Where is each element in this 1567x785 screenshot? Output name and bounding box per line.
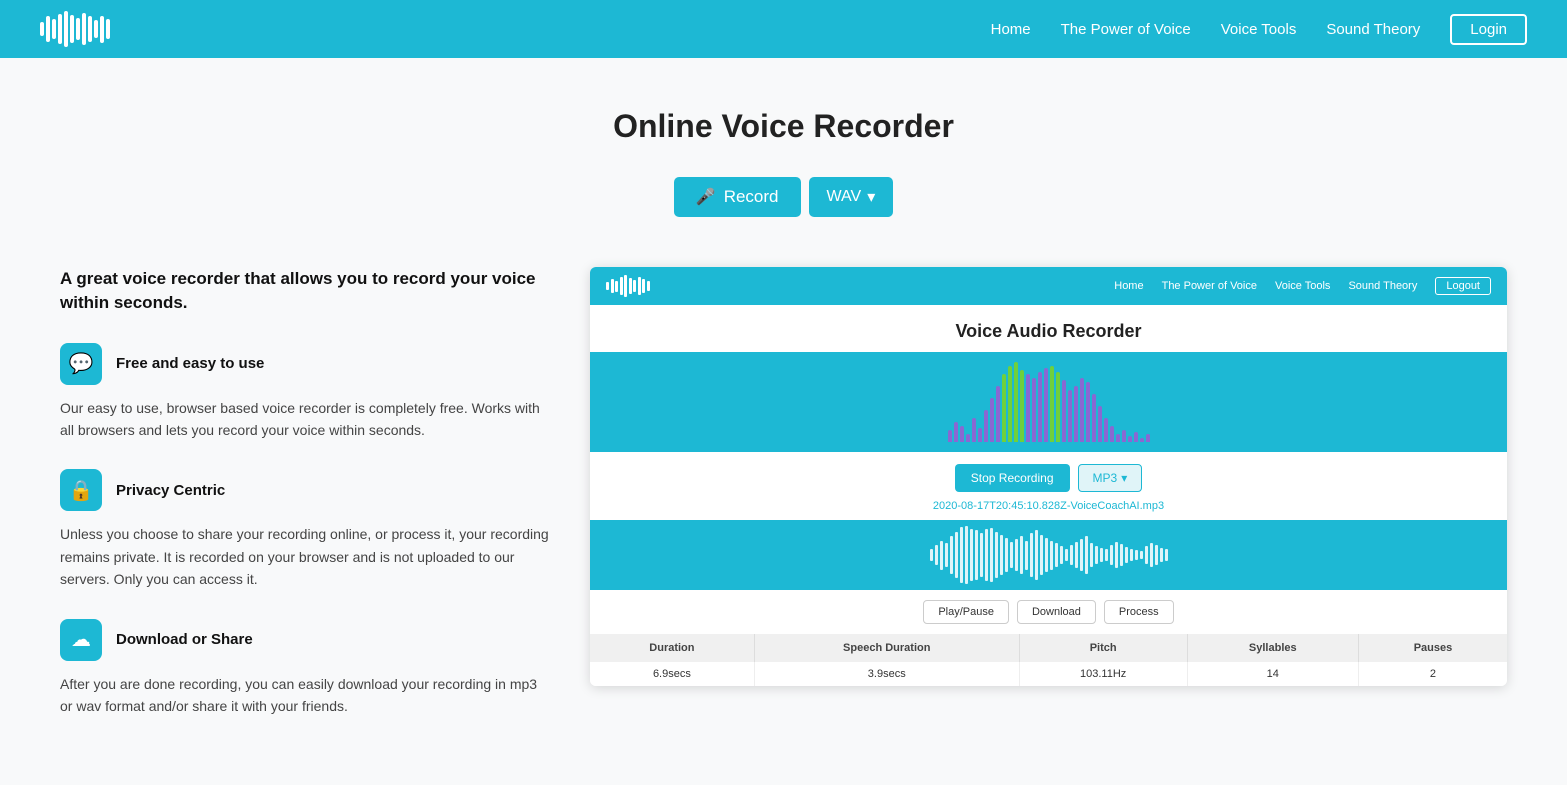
val-pauses: 2 [1358,662,1507,686]
col-duration: Duration [590,634,754,662]
nav-voice-tools[interactable]: Voice Tools [1221,21,1297,38]
wav-format-button[interactable]: WAV ▾ [809,177,894,217]
download-button[interactable]: Download [1017,600,1096,624]
waveform-visualizer [590,352,1507,452]
page-title: Online Voice Recorder [60,108,1507,145]
logo [40,11,110,47]
col-pauses: Pauses [1358,634,1507,662]
feature-privacy-title: Privacy Centric [116,482,225,499]
stats-row: 6.9secs 3.9secs 103.11Hz 14 2 [590,662,1507,686]
chevron-down-icon: ▾ [1121,471,1127,485]
feature-download: ☁ Download or Share After you are done r… [60,619,550,718]
login-button[interactable]: Login [1450,14,1527,45]
col-pitch: Pitch [1019,634,1187,662]
feature-privacy-icon: 🔒 [60,469,102,511]
stop-recording-button[interactable]: Stop Recording [955,464,1070,492]
val-speech-duration: 3.9secs [754,662,1019,686]
waveform-bars [610,362,1487,442]
two-column-layout: A great voice recorder that allows you t… [60,267,1507,745]
chevron-down-icon: ▾ [867,187,875,207]
logo-waveform [40,11,110,47]
preview-nav-voice-tools[interactable]: Voice Tools [1275,280,1330,292]
process-button[interactable]: Process [1104,600,1174,624]
preview-nav-home[interactable]: Home [1114,280,1143,292]
main-header: Home The Power of Voice Voice Tools Soun… [0,0,1567,58]
play-pause-button[interactable]: Play/Pause [923,600,1009,624]
stats-table: Duration Speech Duration Pitch Syllables… [590,634,1507,686]
stats-table-header: Duration Speech Duration Pitch Syllables… [590,634,1507,662]
preview-nav-sound-theory[interactable]: Sound Theory [1348,280,1417,292]
feature-free-title: Free and easy to use [116,355,264,372]
playback-bars [604,526,1493,584]
col-speech-duration: Speech Duration [754,634,1019,662]
record-button[interactable]: 🎤 Record [674,177,801,217]
preview-card: Home The Power of Voice Voice Tools Soun… [590,267,1507,686]
nav-power-of-voice[interactable]: The Power of Voice [1061,21,1191,38]
feature-download-header: ☁ Download or Share [60,619,550,661]
left-column: A great voice recorder that allows you t… [60,267,550,745]
stats-table-body: 6.9secs 3.9secs 103.11Hz 14 2 [590,662,1507,686]
playback-controls: Play/Pause Download Process [590,590,1507,634]
mic-icon: 🎤 [696,187,716,207]
val-pitch: 103.11Hz [1019,662,1187,686]
logout-button[interactable]: Logout [1435,277,1491,295]
feature-privacy: 🔒 Privacy Centric Unless you choose to s… [60,469,550,590]
record-controls: 🎤 Record WAV ▾ [60,177,1507,217]
nav-sound-theory[interactable]: Sound Theory [1326,21,1420,38]
filename: 2020-08-17T20:45:10.828Z-VoiceCoachAI.mp… [590,498,1507,520]
preview-header: Home The Power of Voice Voice Tools Soun… [590,267,1507,305]
feature-free-desc: Our easy to use, browser based voice rec… [60,397,550,442]
preview-title: Voice Audio Recorder [590,305,1507,352]
mp3-format-button[interactable]: MP3 ▾ [1078,464,1143,492]
feature-download-desc: After you are done recording, you can ea… [60,673,550,718]
preview-logo [606,275,650,297]
main-nav: Home The Power of Voice Voice Tools Soun… [991,14,1527,45]
val-syllables: 14 [1187,662,1358,686]
feature-privacy-header: 🔒 Privacy Centric [60,469,550,511]
feature-free-header: 💬 Free and easy to use [60,343,550,385]
val-duration: 6.9secs [590,662,754,686]
col-syllables: Syllables [1187,634,1358,662]
preview-nav: Home The Power of Voice Voice Tools Soun… [1114,277,1491,295]
feature-download-icon: ☁ [60,619,102,661]
tagline: A great voice recorder that allows you t… [60,267,550,315]
feature-download-title: Download or Share [116,631,253,648]
feature-privacy-desc: Unless you choose to share your recordin… [60,523,550,590]
feature-free-icon: 💬 [60,343,102,385]
recording-controls: Stop Recording MP3 ▾ [590,452,1507,498]
preview-nav-power-of-voice[interactable]: The Power of Voice [1162,280,1257,292]
playback-waveform [590,520,1507,590]
feature-free: 💬 Free and easy to use Our easy to use, … [60,343,550,442]
nav-home[interactable]: Home [991,21,1031,38]
main-content: Online Voice Recorder 🎤 Record WAV ▾ A g… [0,58,1567,785]
